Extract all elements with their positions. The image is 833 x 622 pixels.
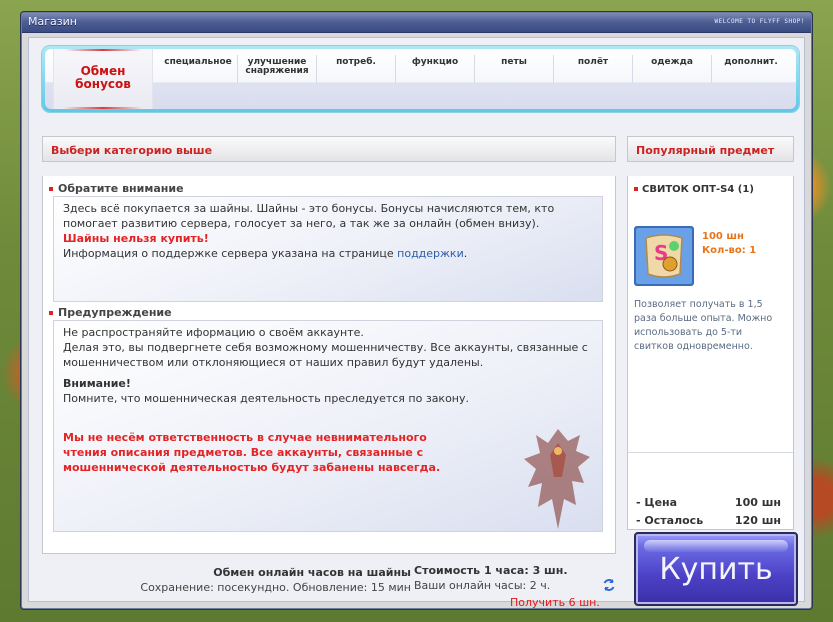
price-row: - Цена 100 шн	[636, 496, 781, 509]
popular-item-name: СВИТОК ОПТ-S4 (1)	[634, 184, 754, 195]
popular-item-price: 100 шн	[702, 231, 744, 242]
exchange-hours: Ваши онлайн часы: 2 ч.	[414, 579, 551, 592]
remaining-row: - Осталось 120 шн	[636, 514, 781, 527]
divider	[628, 452, 793, 453]
exchange-subtitle: Сохранение: посекундно. Обновление: 15 м…	[140, 581, 411, 594]
receive-link[interactable]: Получить 6 шн.	[510, 596, 600, 609]
notice-text: Здесь всё покупается за шайны. Шайны - э…	[63, 202, 555, 230]
tab-additional[interactable]: дополнит.	[711, 55, 790, 83]
buy-button[interactable]: Купить	[634, 532, 798, 606]
refresh-icon[interactable]	[602, 578, 616, 592]
main-panel: Обратите внимание Здесь всё покупается з…	[42, 176, 616, 554]
window-title-right: WELCOME TO FLYFF SHOP!	[714, 18, 805, 25]
tab-pets[interactable]: петы	[474, 55, 553, 83]
caution-box: Не распространяйте иформацию о своём акк…	[53, 320, 603, 532]
warrior-illustration	[524, 429, 590, 529]
popular-item-panel: СВИТОК ОПТ-S4 (1) S 100 шн Кол-во: 1 Поз…	[627, 176, 794, 530]
support-link[interactable]: поддержки	[397, 247, 464, 260]
exchange-area: Обмен онлайн часов на шайны Сохранение: …	[42, 558, 616, 614]
notice-title: Обратите внимание	[49, 182, 184, 195]
bullet-icon	[634, 187, 638, 191]
tab-functional[interactable]: функцио	[395, 55, 474, 83]
tab-bonus-exchange[interactable]: Обмен бонусов	[53, 49, 153, 109]
caution-text1: Не распространяйте иформацию о своём акк…	[63, 326, 364, 339]
tab-consumables[interactable]: потреб.	[316, 55, 395, 83]
shop-client-area: Обмен бонусов специальное улучшение снар…	[28, 37, 805, 609]
notice-support-line: Информация о поддержке сервера указана н…	[63, 247, 468, 260]
exchange-title: Обмен онлайн часов на шайны	[213, 566, 411, 579]
popular-item-qty: Кол-во: 1	[702, 245, 757, 256]
popular-item-description: Позволяет получать в 1,5 раза больше опы…	[634, 299, 773, 352]
window-titlebar[interactable]: Магазин WELCOME TO FLYFF SHOP!	[22, 13, 811, 33]
bullet-icon	[49, 187, 53, 191]
attention-text: Помните, что мошенническая деятельность …	[63, 392, 470, 405]
main-panel-header: Выбери категорию выше	[42, 136, 616, 162]
popular-header: Популярный предмет	[627, 136, 794, 162]
category-tabs: специальное улучшение снаряжения потреб.…	[159, 55, 790, 83]
shop-window: Магазин WELCOME TO FLYFF SHOP! Обмен бон…	[21, 12, 812, 609]
notice-warning: Шайны нельзя купить!	[63, 232, 209, 245]
bullet-icon	[49, 311, 53, 315]
disclaimer-text: Мы не несём ответственность в случае нев…	[63, 431, 441, 474]
caution-text2: Делая это, вы подвергнете себя возможном…	[63, 341, 588, 369]
category-bar: Обмен бонусов специальное улучшение снар…	[42, 46, 799, 112]
tab-clothing[interactable]: одежда	[632, 55, 711, 83]
scroll-item-icon[interactable]: S	[632, 224, 696, 288]
caution-title: Предупреждение	[49, 306, 172, 319]
tab-equipment-upgrade[interactable]: улучшение снаряжения	[237, 55, 316, 83]
tab-special[interactable]: специальное	[159, 55, 237, 83]
notice-box: Здесь всё покупается за шайны. Шайны - э…	[53, 196, 603, 302]
attention-label: Внимание!	[63, 377, 131, 390]
exchange-cost: Стоимость 1 часа: 3 шн.	[414, 564, 568, 577]
tab-flight[interactable]: полёт	[553, 55, 632, 83]
window-title: Магазин	[28, 15, 77, 28]
